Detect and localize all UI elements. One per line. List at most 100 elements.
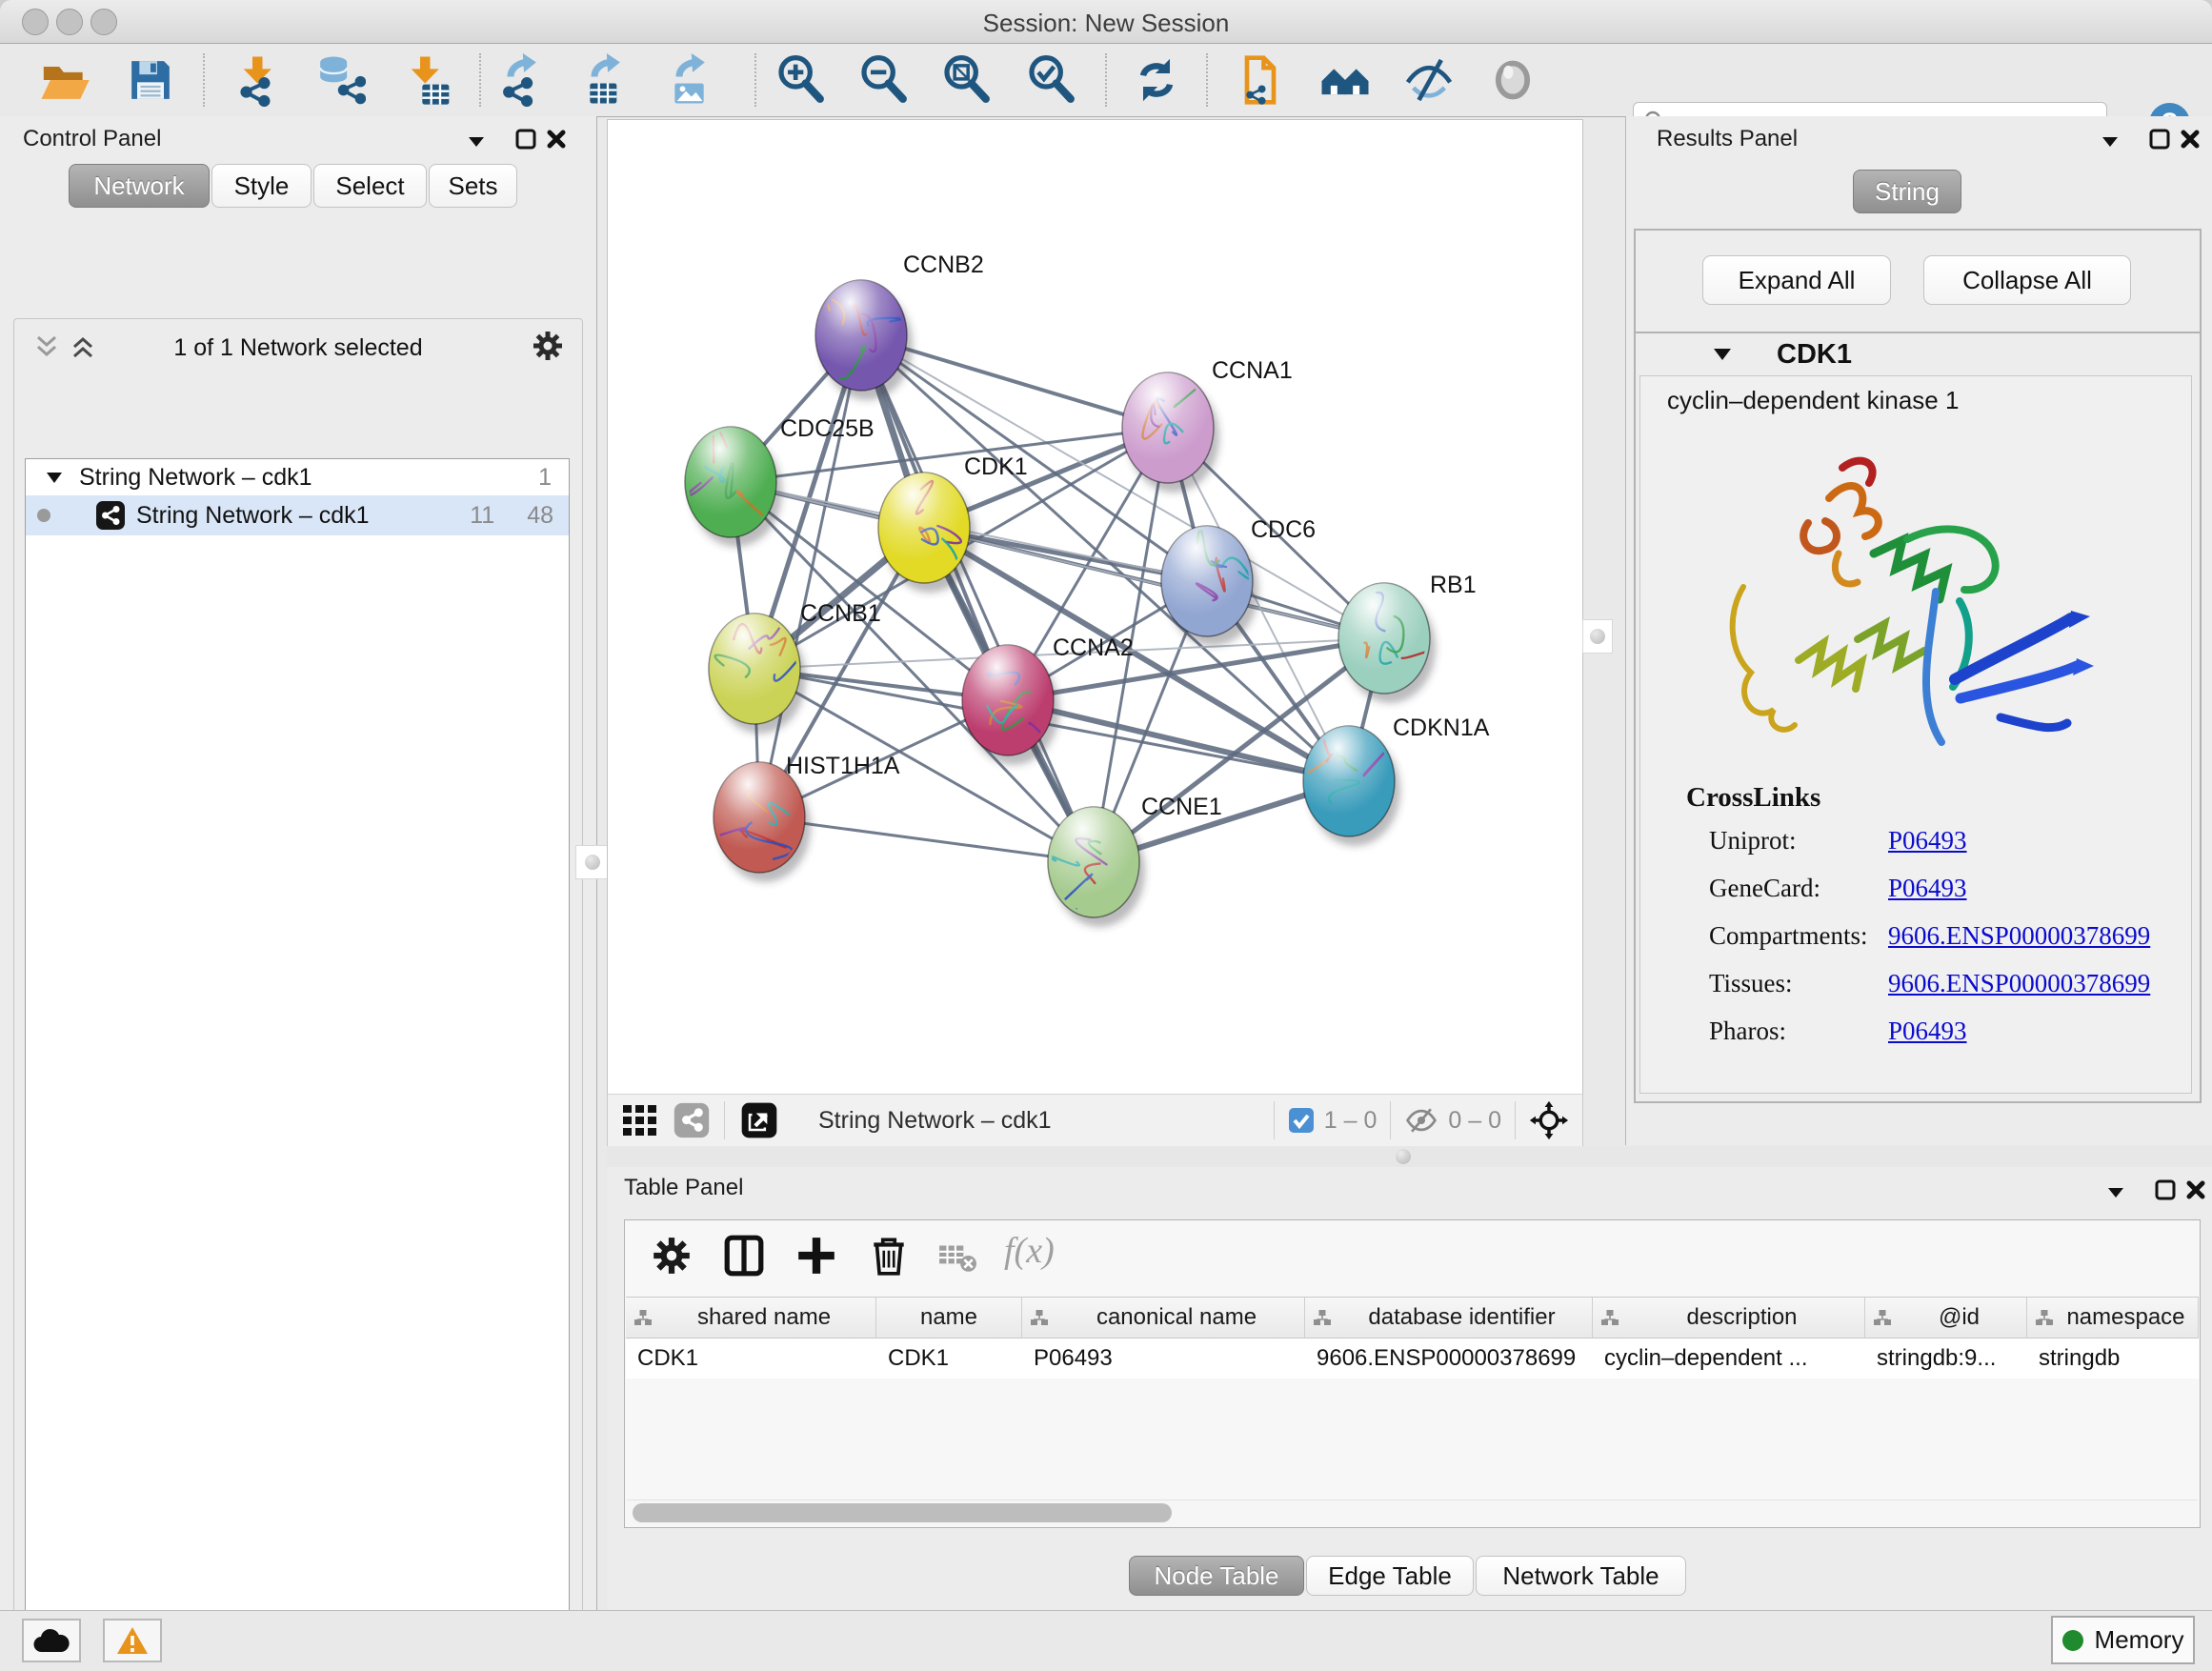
tab-node-table[interactable]: Node Table [1129, 1556, 1304, 1596]
network-graph[interactable]: CCNB2 CCNA1 CDC25B CDK1 CDC6 RB1 CCNB1 [608, 120, 1582, 1095]
node-CDC25B[interactable]: CDC25B [685, 415, 875, 547]
tab-edge-table[interactable]: Edge Table [1306, 1556, 1474, 1596]
horizontal-scrollbar[interactable] [627, 1500, 2198, 1525]
apply-layout-button[interactable] [1130, 53, 1183, 107]
grid-view-icon[interactable] [623, 1105, 657, 1136]
network-view[interactable]: CCNB2 CCNA1 CDC25B CDK1 CDC6 RB1 CCNB1 [607, 119, 1583, 1096]
cell-namespace[interactable]: stringdb [2027, 1339, 2199, 1379]
crosslink-link-uniprot[interactable]: P06493 [1888, 826, 1967, 856]
tab-network[interactable]: Network [69, 164, 210, 208]
panel-menu-caret-icon[interactable] [2104, 1180, 2127, 1203]
zoom-fit-button[interactable] [940, 53, 994, 107]
column-header-description[interactable]: description [1593, 1298, 1865, 1338]
column-header-name[interactable]: name [876, 1298, 1022, 1338]
import-network-file-button[interactable] [232, 53, 286, 107]
selected-nodes-checkbox[interactable] [1288, 1107, 1315, 1134]
tab-style[interactable]: Style [211, 164, 312, 208]
panel-float-icon[interactable] [2154, 1178, 2177, 1201]
node-label-CDC6: CDC6 [1251, 516, 1316, 543]
show-all-button[interactable] [1486, 53, 1539, 107]
node-CDC6[interactable]: CDC6 [1161, 516, 1316, 646]
cell-database-identifier[interactable]: 9606.ENSP00000378699 [1305, 1339, 1593, 1379]
network-row[interactable]: String Network – cdk1 11 48 [26, 495, 569, 535]
entry-collapse-icon[interactable] [1712, 346, 1733, 363]
cell-@id[interactable]: stringdb:9... [1865, 1339, 2027, 1379]
column-header-canonical-name[interactable]: canonical name [1022, 1298, 1305, 1338]
column-header-namespace[interactable]: namespace [2027, 1298, 2199, 1338]
node-RB1[interactable]: RB1 [1338, 572, 1477, 703]
node-CDKN1A[interactable]: CDKN1A [1291, 715, 1490, 846]
cell-shared-name[interactable]: CDK1 [626, 1339, 876, 1379]
cloud-button[interactable] [22, 1619, 81, 1662]
panel-close-icon[interactable] [2184, 1178, 2207, 1201]
expand-all-button[interactable]: Expand All [1702, 255, 1891, 305]
warning-button[interactable] [103, 1619, 162, 1662]
delete-column-icon[interactable] [867, 1234, 911, 1278]
memory-button[interactable]: Memory [2051, 1616, 2195, 1664]
import-network-database-button[interactable] [312, 53, 366, 107]
crosslink-link-tissues[interactable]: 9606.ENSP00000378699 [1888, 969, 2150, 998]
panel-float-icon[interactable] [2148, 128, 2171, 151]
string-panel-icon[interactable] [673, 1101, 711, 1139]
first-neighbors-button[interactable] [1318, 53, 1372, 107]
divider [724, 1101, 725, 1139]
collapse-all-button[interactable]: Collapse All [1923, 255, 2131, 305]
column-header-database-identifier[interactable]: database identifier [1305, 1298, 1593, 1338]
node-HIST1H1A[interactable]: HIST1H1A [696, 753, 900, 882]
bottom-splitter[interactable] [607, 1146, 2212, 1167]
birdseye-view-icon[interactable] [1529, 1100, 1569, 1140]
cell-description[interactable]: cyclin–dependent ... [1593, 1339, 1865, 1379]
save-session-button[interactable] [124, 53, 177, 107]
entry-header[interactable]: CDK1 [1636, 333, 2200, 375]
zoom-out-button[interactable] [857, 53, 911, 107]
crosslink-link-genecard[interactable]: P06493 [1888, 874, 1967, 903]
panel-close-icon[interactable] [545, 128, 568, 151]
open-in-new-window-icon[interactable] [738, 1101, 780, 1139]
node-CCNB2[interactable]: CCNB2 [815, 252, 984, 400]
new-network-from-selection-button[interactable] [1234, 53, 1287, 107]
node-CCNB1[interactable]: CCNB1 [709, 600, 881, 734]
export-network-icon [497, 53, 551, 107]
table-gear-icon[interactable] [650, 1234, 694, 1278]
zoom-in-button[interactable] [774, 53, 828, 107]
column-header-shared-name[interactable]: shared name [626, 1298, 876, 1338]
panel-float-icon[interactable] [514, 128, 537, 151]
crosslink-link-compartments[interactable]: 9606.ENSP00000378699 [1888, 921, 2150, 951]
open-session-button[interactable] [38, 53, 91, 107]
edge-CCNB2-CCNE1[interactable] [861, 335, 1094, 862]
panel-menu-caret-icon[interactable] [2099, 130, 2122, 152]
edge-CCNB2-HIST1H1A[interactable] [759, 335, 861, 817]
export-network-button[interactable] [497, 53, 551, 107]
cell-name[interactable]: CDK1 [876, 1339, 1022, 1379]
panel-close-icon[interactable] [2179, 128, 2202, 151]
zoom-selected-button[interactable] [1025, 53, 1078, 107]
tab-string[interactable]: String [1853, 170, 1961, 213]
add-column-icon[interactable] [794, 1234, 838, 1278]
export-image-button[interactable] [666, 53, 719, 107]
crosslinks-list: Uniprot:P06493GeneCard:P06493Compartment… [1709, 826, 2166, 1064]
network-options-gear-icon[interactable] [531, 329, 565, 363]
clear-table-icon[interactable] [937, 1234, 977, 1278]
table-row[interactable]: CDK1CDK1P064939606.ENSP00000378699cyclin… [626, 1339, 2199, 1379]
tree-expander-icon[interactable] [45, 470, 64, 485]
crosslink-link-pharos[interactable]: P06493 [1888, 1017, 1967, 1046]
split-columns-icon[interactable] [722, 1234, 766, 1278]
tab-network-table[interactable]: Network Table [1476, 1556, 1686, 1596]
control-panel: Control Panel NetworkStyleSelectSets 1 o… [0, 116, 597, 1610]
import-table-button[interactable] [400, 53, 453, 107]
function-builder-icon[interactable]: f(x) [1004, 1230, 1055, 1272]
cell-canonical-name[interactable]: P06493 [1022, 1339, 1305, 1379]
left-splitter-handle[interactable] [575, 845, 610, 879]
column-header-@id[interactable]: @id [1865, 1298, 2027, 1338]
hidden-elements-icon[interactable] [1404, 1106, 1438, 1135]
right-splitter-handle[interactable] [1582, 619, 1613, 654]
network-collection-row[interactable]: String Network – cdk1 1 [26, 459, 569, 495]
results-panel: Results Panel String Expand All Collapse… [1625, 116, 2212, 1145]
panel-menu-caret-icon[interactable] [465, 130, 488, 152]
tab-select[interactable]: Select [313, 164, 427, 208]
export-table-button[interactable] [581, 53, 634, 107]
hide-selected-button[interactable] [1402, 53, 1456, 107]
scrollbar-thumb[interactable] [633, 1503, 1172, 1522]
tab-sets[interactable]: Sets [429, 164, 517, 208]
node-CCNA1[interactable]: CCNA1 [1122, 357, 1293, 493]
